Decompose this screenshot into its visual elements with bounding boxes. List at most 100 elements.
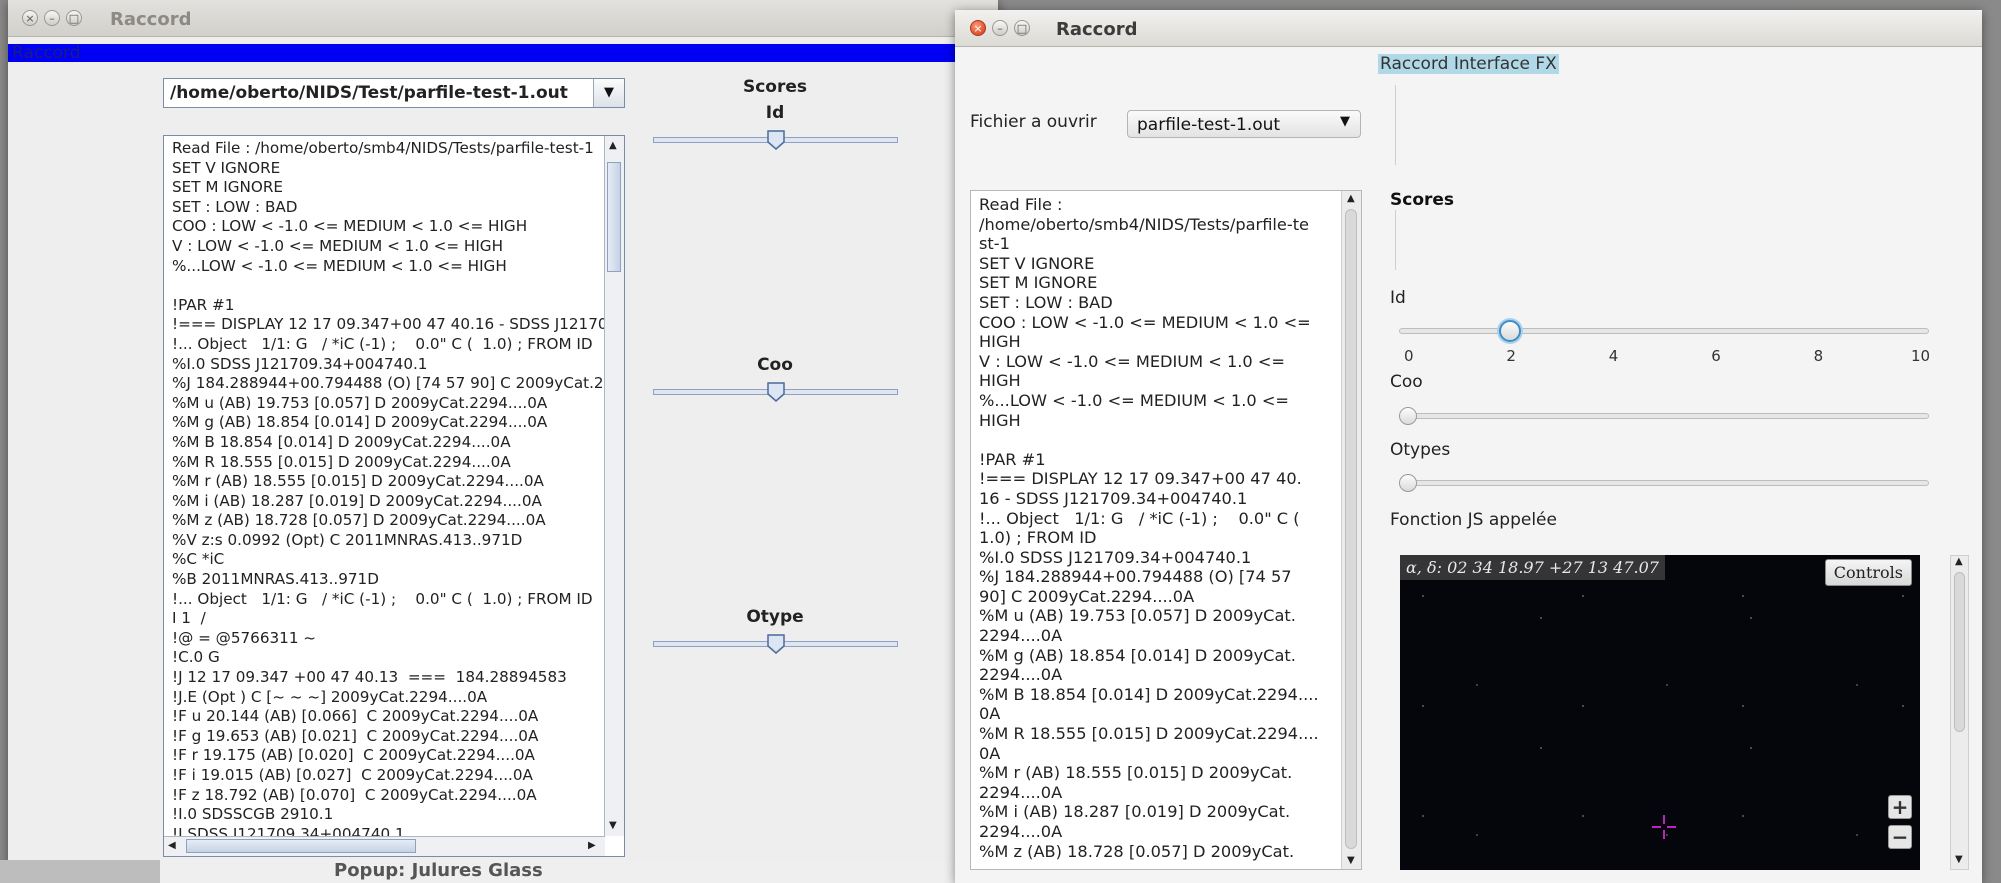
scrollbar-thumb[interactable] xyxy=(1954,572,1965,732)
coo-slider-thumb[interactable] xyxy=(766,382,785,402)
otype-slider-thumb[interactable] xyxy=(766,634,785,654)
header-label: Raccord xyxy=(12,43,81,63)
divider xyxy=(1395,210,1396,270)
background-window-text: Popup: Julures Glass xyxy=(334,860,543,881)
text-line: HIGH xyxy=(979,332,1021,352)
text-line xyxy=(172,276,604,296)
scroll-down-icon[interactable]: ▼ xyxy=(609,820,617,831)
text-line: !F r 19.175 (AB) [0.020] C 2009yCat.2294… xyxy=(172,746,535,765)
vertical-scrollbar[interactable]: ▲ ▼ xyxy=(1341,191,1361,869)
text-line: SET V IGNORE xyxy=(979,253,1095,273)
file-label: Fichier a ouvrir xyxy=(970,112,1097,132)
tick-label: 4 xyxy=(1608,347,1619,365)
text-line: %J 184.288944+00.794488 (O) [74 57 90] C… xyxy=(172,374,604,393)
text-line: 2294....0A xyxy=(979,782,1063,802)
coo-slider[interactable] xyxy=(1399,413,1929,419)
text-line: 1.0) ; FROM ID xyxy=(979,528,1097,548)
zoom-in-button[interactable]: + xyxy=(1888,795,1912,819)
controls-button[interactable]: Controls xyxy=(1824,559,1912,586)
crosshair-icon xyxy=(1652,815,1676,839)
id-slider-thumb[interactable] xyxy=(766,130,785,150)
maximize-icon[interactable]: □ xyxy=(66,10,82,26)
file-combo[interactable]: parfile-test-1.out ▼ xyxy=(1127,110,1361,138)
text-line: %M r (AB) 18.555 [0.015] D 2009yCat. xyxy=(979,763,1293,783)
text-line: V : LOW < -1.0 <= MEDIUM < 1.0 <= HIGH xyxy=(172,236,503,255)
scroll-up-icon[interactable]: ▲ xyxy=(609,140,617,151)
text-line: !... Object 1/1: G / *iC (-1) ; 0.0" C (… xyxy=(172,334,593,353)
vertical-scrollbar[interactable]: ▲ ▼ xyxy=(604,136,624,836)
otypes-slider[interactable] xyxy=(1399,480,1929,486)
text-line: !=== DISPLAY 12 17 09.347+00 47 40. xyxy=(979,469,1302,489)
text-line: HIGH xyxy=(979,371,1021,391)
text-line: st-1 xyxy=(979,234,1010,254)
minimize-icon[interactable]: – xyxy=(992,20,1008,36)
scrollbar-thumb[interactable] xyxy=(607,162,621,272)
output-text-area[interactable]: Read File :/home/oberto/smb4/NIDS/Tests/… xyxy=(970,190,1362,870)
id-slider-label: Id xyxy=(765,103,785,123)
text-line: !I.0 SDSSCGB 2910.1 xyxy=(172,805,334,824)
file-combo[interactable]: /home/oberto/NIDS/Test/parfile-test-1.ou… xyxy=(163,78,625,108)
text-line: %I.0 SDSS J121709.34+004740.1 xyxy=(979,547,1252,567)
text-line: SET : LOW : BAD xyxy=(172,197,298,216)
scroll-left-icon[interactable]: ◀ xyxy=(168,840,176,851)
text-line: %M z (AB) 18.728 [0.057] D 2009yCat. xyxy=(979,841,1295,861)
title-bar[interactable]: × – □ Raccord xyxy=(955,10,1982,47)
scroll-up-icon[interactable]: ▲ xyxy=(1955,556,1963,567)
title-bar[interactable]: × – □ Raccord xyxy=(8,0,998,37)
scroll-down-icon[interactable]: ▼ xyxy=(1347,855,1355,866)
text-line: 90] C 2009yCat.2294....0A xyxy=(979,586,1195,606)
text-line: !PAR #1 xyxy=(979,449,1046,469)
scrollbar-thumb[interactable] xyxy=(186,839,416,853)
horizontal-scrollbar[interactable]: ◀ ▶ xyxy=(164,836,605,856)
output-lines: Read File : /home/oberto/smb4/NIDS/Tests… xyxy=(172,139,604,844)
text-line: SET V IGNORE xyxy=(172,158,281,177)
coo-slider-thumb[interactable] xyxy=(1399,407,1417,425)
minimize-icon[interactable]: – xyxy=(44,10,60,26)
maximize-icon[interactable]: □ xyxy=(1014,20,1030,36)
window-title: Raccord xyxy=(110,9,192,30)
close-icon[interactable]: × xyxy=(970,20,986,36)
text-line: COO : LOW < -1.0 <= MEDIUM < 1.0 <= xyxy=(979,312,1311,332)
text-line: SET M IGNORE xyxy=(979,273,1098,293)
chevron-down-icon[interactable]: ▼ xyxy=(593,79,624,107)
text-line: %...LOW < -1.0 <= MEDIUM < 1.0 <= HIGH xyxy=(172,256,507,275)
text-line: 0A xyxy=(979,704,1001,724)
tick-label: 6 xyxy=(1711,347,1721,365)
text-line: %B 2011MNRAS.413..971D xyxy=(172,570,379,589)
text-line: 2294....0A xyxy=(979,665,1063,685)
text-line: !F i 19.015 (AB) [0.027] C 2009yCat.2294… xyxy=(172,766,533,784)
text-line: COO : LOW < -1.0 <= MEDIUM < 1.0 <= HIGH xyxy=(172,217,528,236)
scroll-right-icon[interactable]: ▶ xyxy=(588,840,596,851)
desktop-background xyxy=(0,860,160,883)
output-text-area[interactable]: Read File : /home/oberto/smb4/NIDS/Tests… xyxy=(163,135,625,857)
scores-label: Scores xyxy=(1390,190,1455,210)
text-line: %J 184.288944+00.794488 (O) [74 57 xyxy=(979,567,1292,587)
otypes-slider-thumb[interactable] xyxy=(1399,474,1417,492)
interface-title: Raccord Interface FX xyxy=(1378,54,1559,74)
text-line: !F u 20.144 (AB) [0.066] C 2009yCat.2294… xyxy=(172,707,539,726)
background-window-strip: Popup: Julures Glass xyxy=(160,860,955,883)
scroll-down-icon[interactable]: ▼ xyxy=(1955,854,1963,865)
text-line: %M B 18.854 [0.014] D 2009yCat.2294....0… xyxy=(172,432,511,451)
text-line: %M g (AB) 18.854 [0.014] D 2009yCat. xyxy=(979,645,1296,665)
text-line: !=== DISPLAY 12 17 09.347+00 47 40.16 - … xyxy=(172,315,604,334)
text-line: V : LOW < -1.0 <= MEDIUM < 1.0 <= xyxy=(979,351,1285,371)
id-slider-thumb[interactable] xyxy=(1499,320,1522,342)
text-line: %M R 18.555 [0.015] D 2009yCat.2294.... xyxy=(979,724,1319,744)
text-line: %M u (AB) 19.753 [0.057] D 2009yCat. xyxy=(979,606,1296,626)
viewer-scrollbar[interactable]: ▲ ▼ xyxy=(1950,555,1969,870)
text-line: !... Object 1/1: G / *iC (-1) ; 0.0" C ( xyxy=(979,508,1300,528)
text-line: %V z:s 0.0992 (Opt) C 2011MNRAS.413..971… xyxy=(172,530,523,549)
id-slider[interactable] xyxy=(1399,328,1929,334)
header-bar: Raccord xyxy=(8,44,998,62)
output-lines: Read File :/home/oberto/smb4/NIDS/Tests/… xyxy=(979,195,1337,861)
sky-viewer[interactable]: α, δ: 02 34 18.97 +27 13 47.07 Controls … xyxy=(1400,555,1920,870)
scrollbar-thumb[interactable] xyxy=(1345,209,1357,849)
close-icon[interactable]: × xyxy=(22,10,38,26)
text-line: %M z (AB) 18.728 [0.057] D 2009yCat.2294… xyxy=(172,511,546,530)
chevron-down-icon[interactable]: ▼ xyxy=(1340,114,1350,129)
text-line: %M i (AB) 18.287 [0.019] D 2009yCat.2294… xyxy=(172,491,542,510)
text-line: SET : LOW : BAD xyxy=(979,292,1113,312)
zoom-out-button[interactable]: − xyxy=(1888,825,1912,849)
scroll-up-icon[interactable]: ▲ xyxy=(1347,193,1355,204)
